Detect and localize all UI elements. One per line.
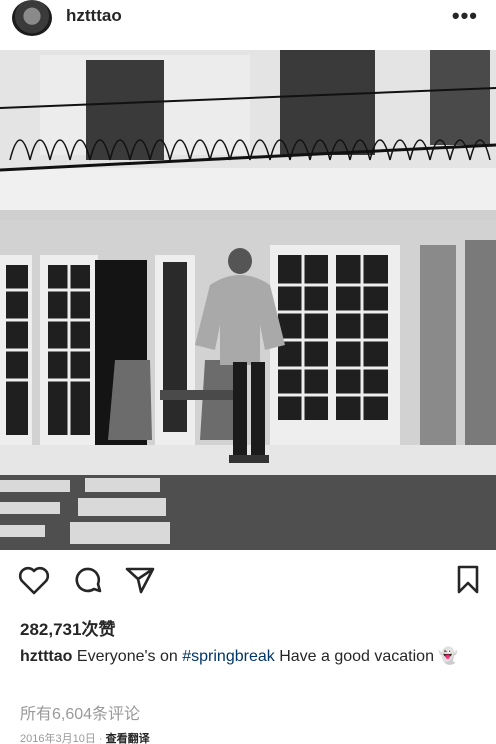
post-dateline: 2016年3月10日 · 查看翻译 — [20, 730, 150, 744]
more-horizontal-icon[interactable]: ••• — [452, 3, 478, 29]
likes-count[interactable]: 282,731次赞 — [20, 615, 115, 640]
dateline-separator: · — [98, 733, 103, 744]
ghost-emoji-icon: 👻 — [438, 648, 459, 665]
post-photo[interactable] — [0, 50, 496, 550]
heart-icon[interactable] — [16, 562, 52, 598]
see-translation-link[interactable]: 查看翻译 — [106, 733, 150, 744]
view-all-comments-link[interactable]: 所有6,604条评论 — [20, 700, 140, 724]
share-icon[interactable] — [122, 562, 158, 598]
post-actions — [0, 562, 496, 602]
caption-text-after: Have a good vacation — [279, 648, 434, 665]
post-header: hztttao ••• — [0, 0, 496, 46]
avatar[interactable] — [12, 0, 52, 36]
post-username[interactable]: hztttao — [66, 6, 122, 26]
caption-hashtag[interactable]: #springbreak — [182, 648, 275, 665]
caption-text-before: Everyone's on — [76, 648, 178, 665]
caption-username[interactable]: hztttao — [20, 648, 72, 665]
comment-icon[interactable] — [69, 562, 105, 598]
post-date: 2016年3月10日 — [20, 733, 96, 744]
post-caption: hztttao Everyone's on #springbreak Have … — [20, 644, 480, 670]
bookmark-icon[interactable] — [450, 562, 486, 598]
